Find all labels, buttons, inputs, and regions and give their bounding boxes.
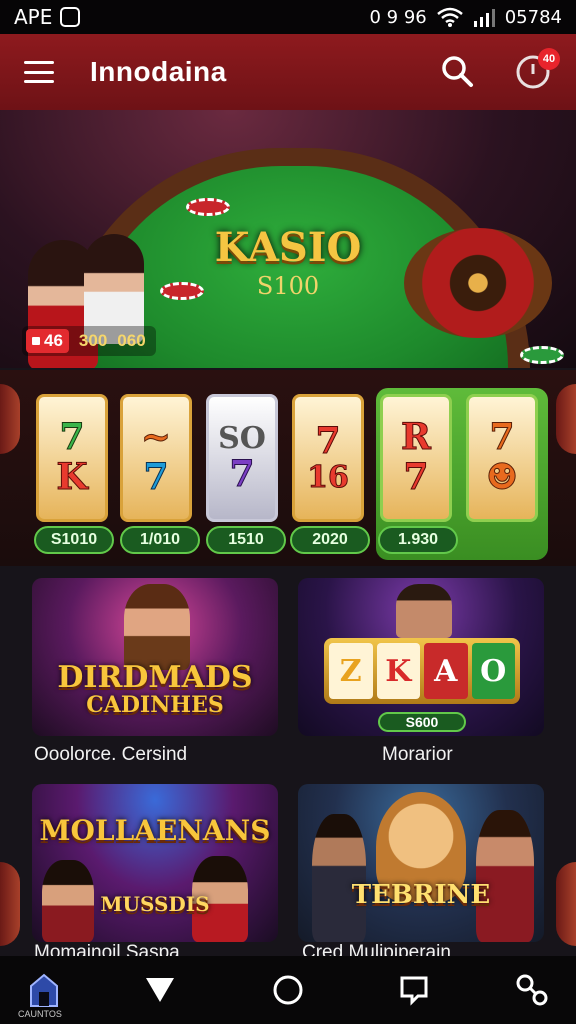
menu-icon[interactable] — [24, 61, 54, 83]
signal-icon — [473, 9, 495, 27]
triangle-back-icon — [146, 978, 174, 1002]
slot-prize-label: 1/010 — [120, 526, 200, 554]
carrier-label: APE — [14, 5, 53, 29]
game-logo-line: TEBRINE — [351, 880, 491, 910]
character-figure — [312, 814, 366, 942]
hero-stats-badge: 46 300 060 — [22, 326, 156, 356]
live-badge: 46 — [26, 329, 69, 353]
game-logo-line: MOLLAENANS — [39, 814, 271, 847]
slot-carousel[interactable]: 7 K ~ 7 SO 7 7 16 R 7 7 ☻ S1010 1/010 15… — [0, 370, 576, 566]
slot-card[interactable]: 7 ☻ — [466, 394, 538, 522]
game-logo-line: CADINHES — [86, 692, 224, 718]
home-icon — [30, 973, 58, 1007]
nav-home-label: CAUNTOS — [18, 1009, 62, 1019]
circle-home-icon — [273, 975, 303, 1005]
reel: O — [471, 643, 515, 699]
square-recents-icon — [400, 976, 428, 1006]
slot-symbol: SO — [218, 420, 266, 456]
nav-home-circle[interactable] — [258, 956, 318, 1024]
reel: Z — [329, 643, 373, 699]
slot-reels: Z K A O — [324, 638, 520, 704]
game-card[interactable]: DIRDMADS CADINHES — [32, 578, 278, 736]
carousel-edge — [0, 862, 20, 946]
game-caption[interactable]: Ooolorce. Cersind — [34, 744, 187, 766]
game-card[interactable]: TEBRINE — [298, 784, 544, 942]
slot-symbol: 7 — [403, 456, 429, 498]
slot-symbol: 7 — [59, 416, 85, 459]
nav-back[interactable] — [130, 956, 190, 1024]
slot-card[interactable]: ~ 7 — [120, 394, 192, 522]
slot-card[interactable]: 7 K — [36, 394, 108, 522]
live-count: 46 — [44, 331, 63, 350]
chip-stack-icon — [186, 198, 230, 216]
game-logo-line: MUSSDIS — [100, 892, 210, 916]
app-bar: Innodaina 40 — [0, 34, 576, 110]
nav-recents[interactable] — [384, 956, 444, 1024]
slot-prize-label: S1010 — [34, 526, 114, 554]
slot-prize-label: 2020 — [290, 526, 370, 554]
carousel-edge — [556, 384, 576, 454]
character-figure — [124, 584, 190, 670]
share-icon — [516, 974, 548, 1006]
app-notification-icon — [60, 7, 81, 27]
reel: A — [424, 643, 468, 699]
slot-card[interactable]: 7 16 — [292, 394, 364, 522]
game-card[interactable]: Z K A O S600 — [298, 578, 544, 736]
bottom-navigation — [0, 956, 576, 1024]
slot-prize-label: 1510 — [206, 526, 286, 554]
status-icons-text: 0 9 96 — [369, 6, 427, 28]
nav-share[interactable] — [502, 956, 562, 1024]
game-prize-label: S600 — [378, 712, 466, 732]
notification-badge: 40 — [538, 48, 560, 70]
wifi-icon — [436, 7, 463, 27]
search-icon[interactable] — [440, 54, 474, 88]
slot-symbol: 7 — [143, 456, 169, 498]
carousel-edge — [0, 384, 20, 454]
clock: 05784 — [504, 6, 562, 28]
status-bar: APE 0 9 96 05784 — [0, 0, 576, 34]
slot-card[interactable]: SO 7 — [206, 394, 278, 522]
app-title: Innodaina — [90, 56, 227, 87]
slot-symbol: K — [56, 456, 88, 498]
slot-symbol: ☻ — [485, 456, 519, 498]
reel: K — [376, 643, 420, 699]
chip-stack-icon — [520, 346, 564, 364]
slot-card[interactable]: R 7 — [380, 394, 452, 522]
slot-symbol: 16 — [307, 460, 350, 496]
game-caption[interactable]: Morarior — [382, 744, 453, 766]
game-card[interactable]: MOLLAENANS MUSSDIS — [32, 784, 278, 942]
slot-symbol: R — [401, 416, 432, 459]
slot-prize-label: 1.930 — [378, 526, 458, 554]
hero-title: KASIO — [214, 224, 362, 271]
slot-symbol: ~ — [140, 416, 172, 459]
carousel-edge — [556, 862, 576, 946]
slot-symbol: 7 — [489, 416, 515, 459]
character-figure — [476, 810, 534, 942]
slot-symbol: 7 — [315, 419, 341, 462]
hero-stat: 300 — [78, 331, 108, 350]
slot-symbol: 7 — [229, 452, 255, 495]
hero-stat: 060 — [117, 331, 146, 350]
character-figure — [396, 584, 452, 638]
hero-subtitle: S100 — [256, 272, 320, 300]
game-logo-line: DIRDMADS — [57, 660, 253, 695]
